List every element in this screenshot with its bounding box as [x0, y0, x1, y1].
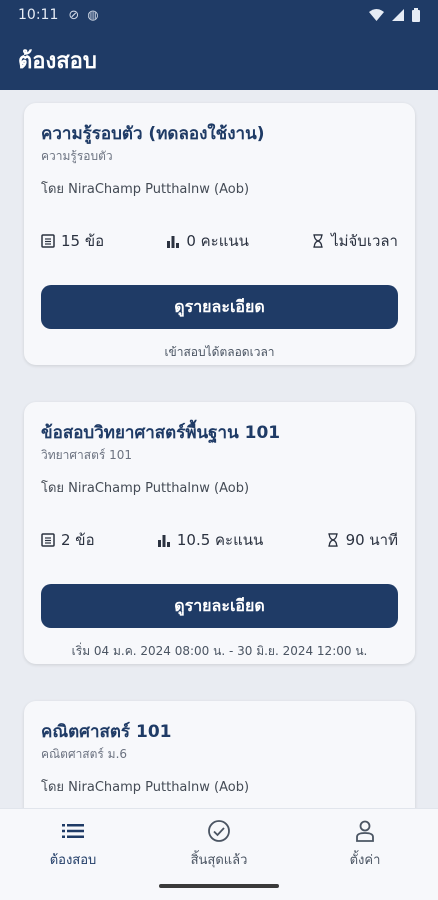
- time-limit-text: 90 นาที: [345, 531, 398, 549]
- exam-stats: 2 ข้อ 10.5 คะแนน 90 นาที: [41, 528, 398, 552]
- exam-author: โดย NiraChamp Putthalnw (Aob): [41, 481, 250, 496]
- question-count-text: 15 ข้อ: [61, 232, 105, 250]
- check-circle-icon: [208, 820, 230, 842]
- status-bar: 10:11 ⊘ ◍: [0, 0, 438, 30]
- exam-stats: 15 ข้อ 0 คะแนน ไม่จับเวลา: [41, 229, 398, 253]
- question-count-text: 2 ข้อ: [61, 531, 95, 549]
- document-list-icon: [41, 234, 55, 248]
- exam-title: ความรู้รอบตัว (ทดลองใช้งาน): [41, 124, 265, 144]
- total-score-text: 10.5 คะแนน: [176, 531, 264, 549]
- time-limit-text: ไม่จับเวลา: [331, 232, 398, 250]
- app-bar: ต้องสอบ: [0, 30, 438, 90]
- total-score: 10.5 คะแนน: [157, 528, 263, 552]
- exam-availability-note: เข้าสอบได้ตลอดเวลา: [164, 345, 275, 359]
- time-limit: 90 นาที: [326, 528, 398, 552]
- exam-card: ความรู้รอบตัว (ทดลองใช้งาน) ความรู้รอบตั…: [24, 103, 415, 365]
- person-icon: [356, 820, 374, 842]
- nav-label: ตั้งค่า: [349, 853, 381, 868]
- nav-label: ต้องสอบ: [49, 853, 97, 868]
- gesture-handle[interactable]: [159, 884, 279, 888]
- do-not-disturb-icon: ⊘: [68, 7, 80, 23]
- time-limit: ไม่จับเวลา: [311, 229, 398, 253]
- view-details-button[interactable]: ดูรายละเอียด: [41, 285, 398, 329]
- list-icon: [62, 824, 84, 838]
- app-notification-icon: ◍: [87, 7, 99, 23]
- nav-label: สิ้นสุดแล้ว: [190, 853, 248, 868]
- exam-list[interactable]: ความรู้รอบตัว (ทดลองใช้งาน) ความรู้รอบตั…: [0, 90, 438, 808]
- exam-title: ข้อสอบวิทยาศาสตร์พื้นฐาน 101: [41, 423, 281, 443]
- exam-subject: วิทยาศาสตร์ 101: [41, 448, 133, 462]
- bar-chart-icon: [157, 535, 170, 547]
- total-score-text: 0 คะแนน: [186, 232, 249, 250]
- nav-item-finished-exams[interactable]: สิ้นสุดแล้ว: [159, 819, 279, 870]
- exam-schedule-note: เริ่ม 04 ม.ค. 2024 08:00 น. - 30 มิ.ย. 2…: [71, 644, 368, 658]
- status-time: 10:11: [18, 7, 59, 23]
- question-count: 15 ข้อ: [41, 229, 104, 253]
- document-list-icon: [41, 533, 55, 547]
- total-score: 0 คะแนน: [166, 229, 249, 253]
- exam-subject: ความรู้รอบตัว: [41, 149, 113, 163]
- exam-author: โดย NiraChamp Putthalnw (Aob): [41, 182, 250, 197]
- hourglass-icon: [313, 234, 323, 248]
- exam-card: คณิตศาสตร์ 101 คณิตศาสตร์ ม.6 โดย NiraCh…: [24, 701, 415, 808]
- view-details-button[interactable]: ดูรายละเอียด: [41, 584, 398, 628]
- cellular-icon: [392, 9, 404, 21]
- battery-icon: [412, 8, 420, 22]
- nav-item-settings[interactable]: ตั้งค่า: [305, 819, 425, 870]
- hourglass-icon: [327, 533, 338, 547]
- exam-author: โดย NiraChamp Putthalnw (Aob): [41, 780, 250, 795]
- bar-chart-icon: [167, 236, 180, 248]
- exam-title: คณิตศาสตร์ 101: [41, 722, 172, 742]
- exam-card: ข้อสอบวิทยาศาสตร์พื้นฐาน 101 วิทยาศาสตร์…: [24, 402, 415, 664]
- question-count: 2 ข้อ: [41, 528, 95, 552]
- nav-item-pending-exams[interactable]: ต้องสอบ: [13, 819, 133, 870]
- page-title: ต้องสอบ: [18, 48, 97, 74]
- wifi-icon: [369, 9, 384, 21]
- exam-subject: คณิตศาสตร์ ม.6: [41, 747, 128, 761]
